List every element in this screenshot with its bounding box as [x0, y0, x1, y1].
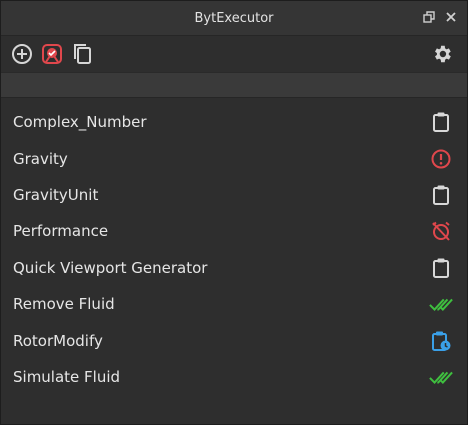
- add-script-button[interactable]: [9, 41, 35, 67]
- clipboard-clock-icon[interactable]: [429, 329, 453, 353]
- alarm-off-icon[interactable]: [429, 219, 453, 243]
- gear-icon: [435, 45, 451, 63]
- plugin-window: BytExecutor Complex_Number Gravity Gravity…: [0, 0, 468, 425]
- script-label: Complex_Number: [13, 113, 147, 132]
- script-row[interactable]: Gravity: [1, 140, 467, 176]
- done-all-icon[interactable]: [429, 365, 453, 389]
- script-row[interactable]: RotorModify: [1, 322, 467, 358]
- plus-circle-icon: [12, 44, 32, 64]
- filter-bar: [1, 72, 467, 98]
- red-stamp-icon: [42, 44, 62, 64]
- close-icon[interactable]: [443, 9, 459, 25]
- window-controls: [421, 9, 459, 25]
- script-row[interactable]: Simulate Fluid: [1, 359, 467, 395]
- script-label: Performance: [13, 222, 109, 241]
- run-button[interactable]: [39, 41, 65, 67]
- script-list: Complex_Number Gravity GravityUnit Performa…: [1, 98, 467, 395]
- script-row[interactable]: Complex_Number: [1, 104, 467, 140]
- script-label: Remove Fluid: [13, 295, 115, 314]
- script-label: Quick Viewport Generator: [13, 258, 208, 277]
- script-row[interactable]: Remove Fluid: [1, 286, 467, 322]
- window-title: BytExecutor: [194, 10, 274, 26]
- script-label: Simulate Fluid: [13, 367, 121, 386]
- undock-icon[interactable]: [421, 9, 437, 25]
- script-row[interactable]: Performance: [1, 213, 467, 249]
- script-label: RotorModify: [13, 331, 103, 350]
- copy-icon: [74, 44, 91, 64]
- clipboard-icon[interactable]: [429, 183, 453, 207]
- clipboard-icon[interactable]: [429, 256, 453, 280]
- done-all-icon[interactable]: [429, 292, 453, 316]
- script-row[interactable]: GravityUnit: [1, 177, 467, 213]
- toolbar: [1, 36, 467, 72]
- copy-button[interactable]: [69, 41, 95, 67]
- error-icon[interactable]: [429, 147, 453, 171]
- script-label: Gravity: [13, 149, 68, 168]
- script-label: GravityUnit: [13, 185, 99, 204]
- clipboard-icon[interactable]: [429, 110, 453, 134]
- settings-button[interactable]: [429, 41, 455, 67]
- titlebar: BytExecutor: [1, 1, 467, 36]
- script-row[interactable]: Quick Viewport Generator: [1, 250, 467, 286]
